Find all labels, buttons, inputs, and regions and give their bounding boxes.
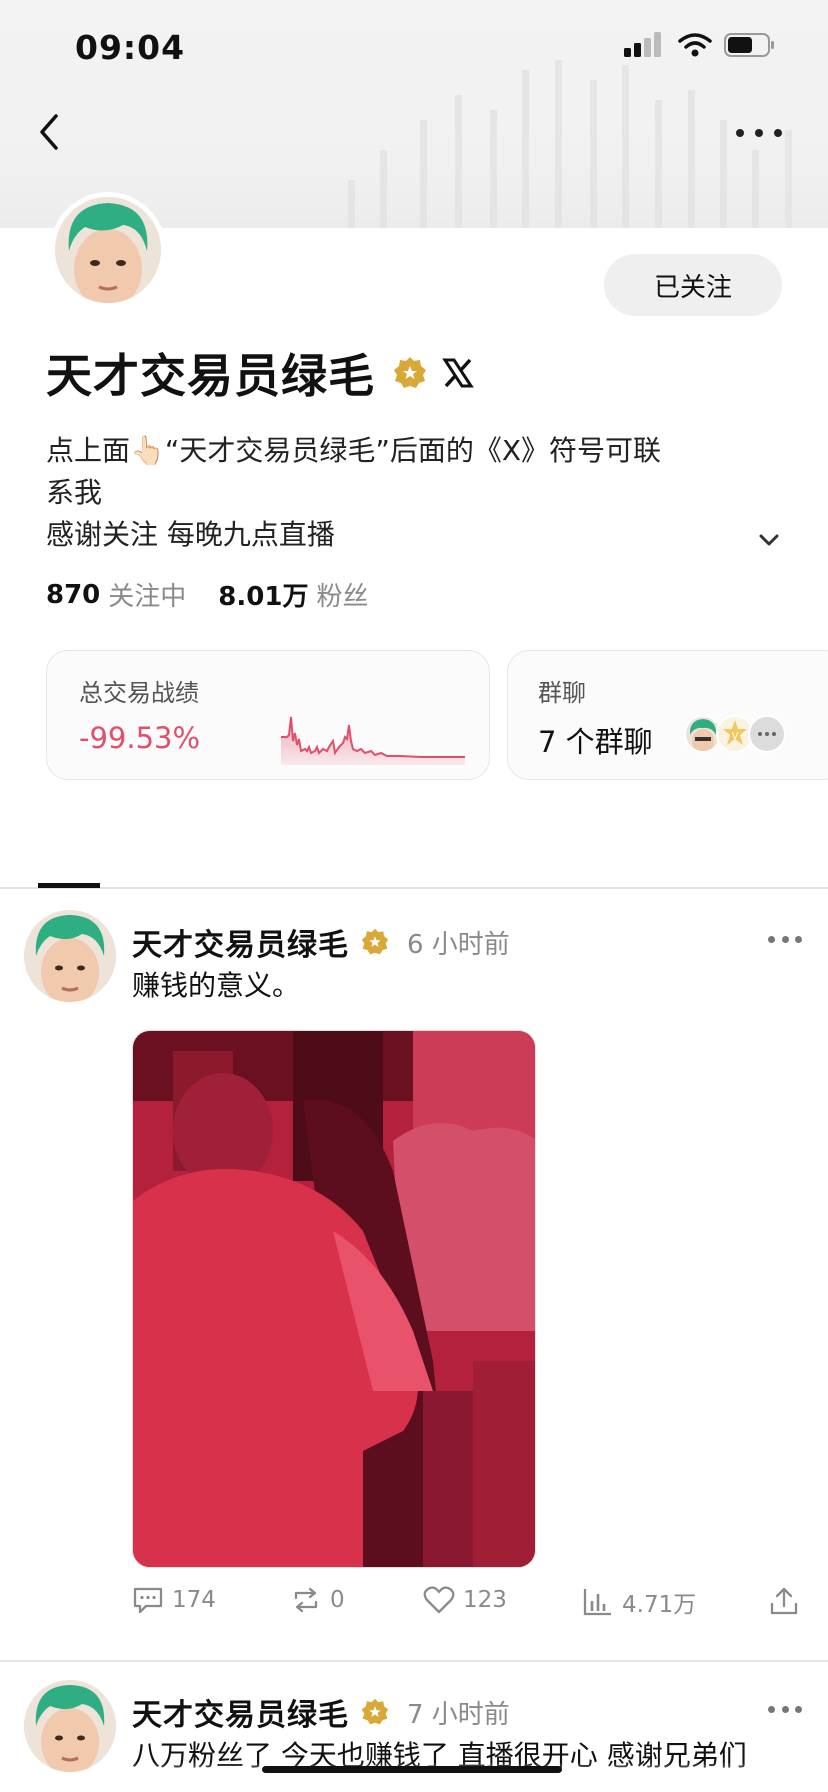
post-time: 6 小时前 [407,929,510,960]
profile-name: 天才交易员绿毛 [46,349,375,403]
avatar-image [55,197,161,303]
back-button[interactable] [30,110,70,154]
group-avatars: V [684,715,786,753]
following-count[interactable]: 870 [46,580,100,610]
tabs-divider [0,887,828,889]
signal-icon [624,32,661,57]
follow-button[interactable]: 已关注 [604,254,782,316]
back-icon [40,114,58,150]
x-logo-icon[interactable] [441,356,475,390]
trade-sparkline [281,716,465,765]
following-label[interactable]: 关注中 [108,576,186,613]
views-icon [583,1589,611,1616]
profile-avatar[interactable] [50,192,166,308]
group-card-title: 群聊 [538,679,586,707]
comment-count: 174 [172,1587,216,1613]
trade-card-value: -99.53% [79,721,201,755]
view-count: 4.71万 [622,1592,697,1618]
trade-card-title: 总交易战绩 [79,679,199,707]
status-time: 09:04 [75,28,186,67]
verified-badge-icon[interactable] [393,356,427,390]
post-header: 天才交易员绿毛 6 小时前 [132,920,510,964]
active-tab-indicator [38,883,100,888]
wifi-icon [678,33,712,57]
battery-icon [724,33,774,57]
bio-line: 感谢关注 每晚九点直播 [46,518,335,551]
post-avatar[interactable] [24,1680,116,1772]
profile-bio: 点上面👆🏻“天才交易员绿毛”后面的《X》符号可联 系我 感谢关注 每晚九点直播 [46,430,736,556]
verified-badge-icon [361,1698,389,1725]
like-icon [423,1586,455,1614]
trade-record-card[interactable]: 总交易战绩 -99.53% [46,650,490,780]
more-icon [736,129,744,137]
comment-button[interactable]: 174 [132,1585,216,1615]
post-photo [133,1031,535,1567]
share-icon [770,1587,798,1615]
post-image[interactable] [132,1030,536,1568]
profile-stats: 870 关注中 8.01万 粉丝 [46,576,368,613]
chevron-down-icon[interactable] [758,532,780,548]
views-button[interactable]: 4.71万 [582,1585,696,1619]
post-author[interactable]: 天才交易员绿毛 [132,1690,349,1734]
post-avatar[interactable] [24,910,116,1002]
followers-label[interactable]: 粉丝 [316,576,368,613]
post-time: 7 小时前 [407,1699,510,1730]
post-divider [0,1660,828,1662]
status-icons [624,32,776,58]
home-indicator [262,1766,562,1773]
comment-icon [133,1587,163,1614]
like-count: 123 [463,1587,507,1613]
more-groups-icon [748,715,786,753]
post-more-button[interactable] [768,1706,802,1716]
svg-text:V: V [732,731,739,742]
bio-line: 系我 [46,476,103,509]
profile-name-row: 天才交易员绿毛 [46,340,475,406]
group-chat-card[interactable]: 群聊 7 个群聊 V [507,650,828,780]
post-more-button[interactable] [768,936,802,946]
verified-badge-icon [361,928,389,955]
share-button[interactable] [768,1585,800,1617]
repost-count: 0 [330,1587,345,1613]
followers-count[interactable]: 8.01万 [218,576,308,613]
repost-button[interactable]: 0 [290,1585,345,1615]
post-author[interactable]: 天才交易员绿毛 [132,920,349,964]
post-text: 赚钱的意义。 [132,969,301,1002]
repost-icon [294,1587,318,1613]
group-card-value: 7 个群聊 [538,725,653,759]
more-options-button[interactable] [736,118,782,148]
post-header: 天才交易员绿毛 7 小时前 [132,1690,510,1734]
bio-line: 点上面👆🏻“天才交易员绿毛”后面的《X》符号可联 [46,434,662,467]
post-actions: 174 0 123 4.71万 [132,1585,812,1635]
like-button[interactable]: 123 [423,1585,507,1615]
